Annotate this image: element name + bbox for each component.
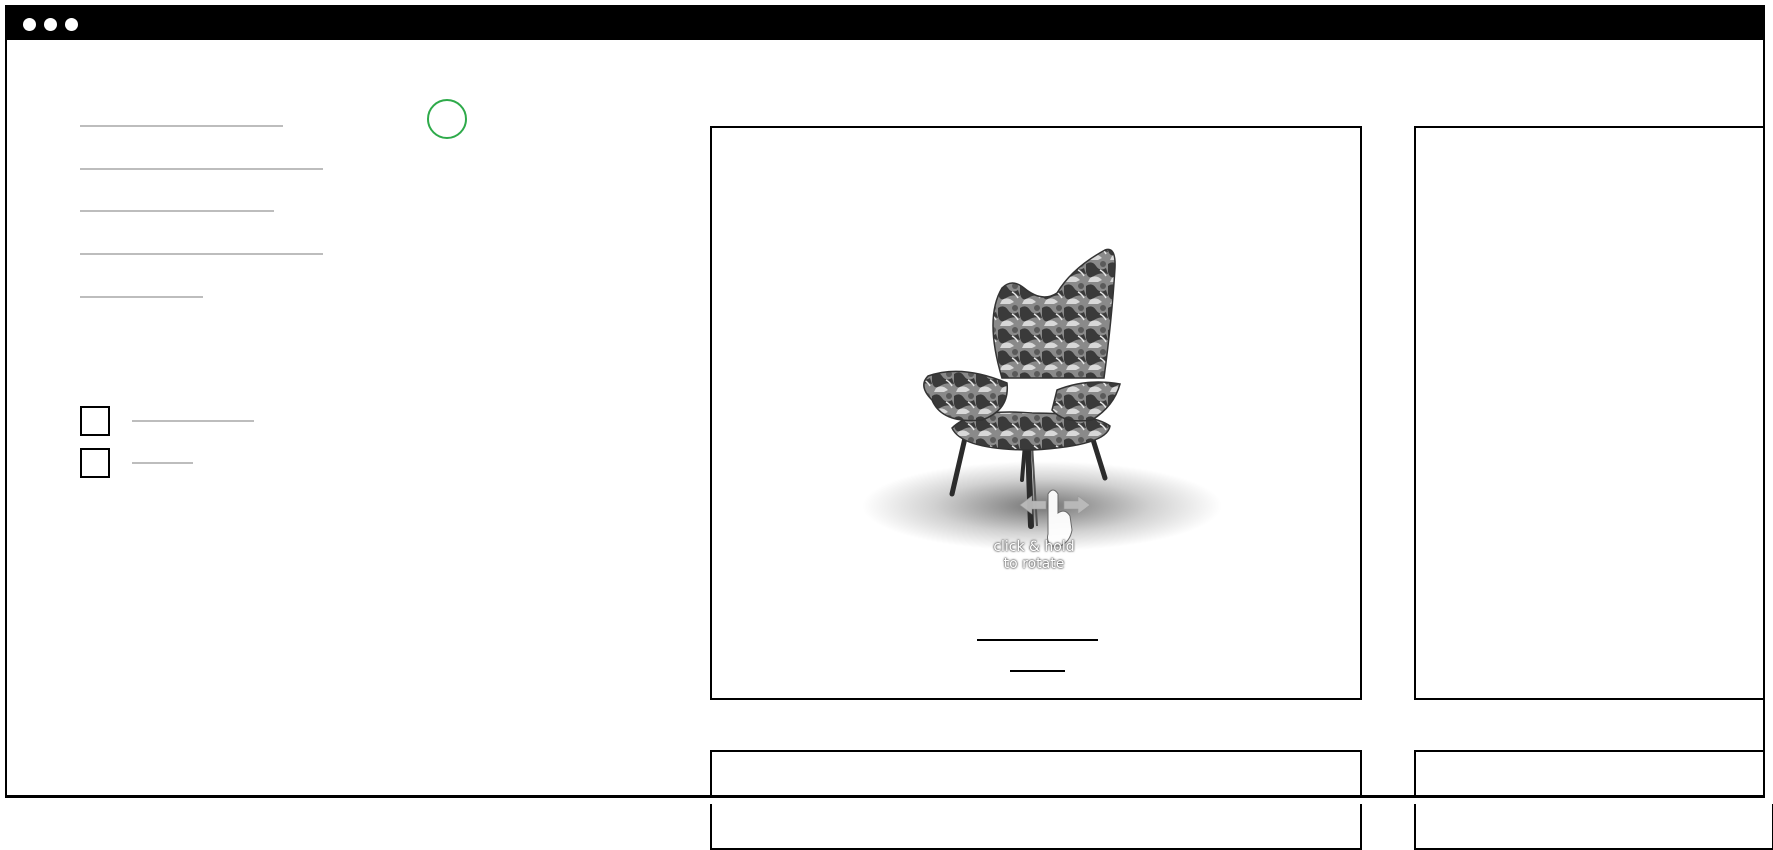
rotate-hint-line2: to rotate [1003,556,1065,572]
product-card[interactable]: click & hold to rotate [710,126,1362,700]
title-bar [7,7,1763,40]
filter-checkbox-label [132,462,193,464]
product-title[interactable] [977,639,1098,641]
rotate-hint: click & hold to rotate [984,539,1084,573]
sidebar-item[interactable] [80,125,283,127]
window-right-fill [1765,0,1773,804]
filter-checkbox-label [132,420,254,422]
window-dot-icon[interactable] [44,18,57,31]
product-card[interactable] [1414,126,1773,700]
sidebar-item[interactable] [80,168,323,170]
armchair-image[interactable] [712,128,1362,700]
circle-button[interactable] [427,99,467,139]
sidebar-item[interactable] [80,296,203,298]
filter-checkbox[interactable] [80,448,110,478]
product-price [1010,670,1065,672]
window-bottom-fill [5,798,1773,804]
filter-checkbox[interactable] [80,406,110,436]
sidebar-item[interactable] [80,210,274,212]
sidebar-item[interactable] [80,253,323,255]
rotate-hint-line1: click & hold [993,539,1075,555]
window-dot-icon[interactable] [65,18,78,31]
window-dot-icon[interactable] [23,18,36,31]
